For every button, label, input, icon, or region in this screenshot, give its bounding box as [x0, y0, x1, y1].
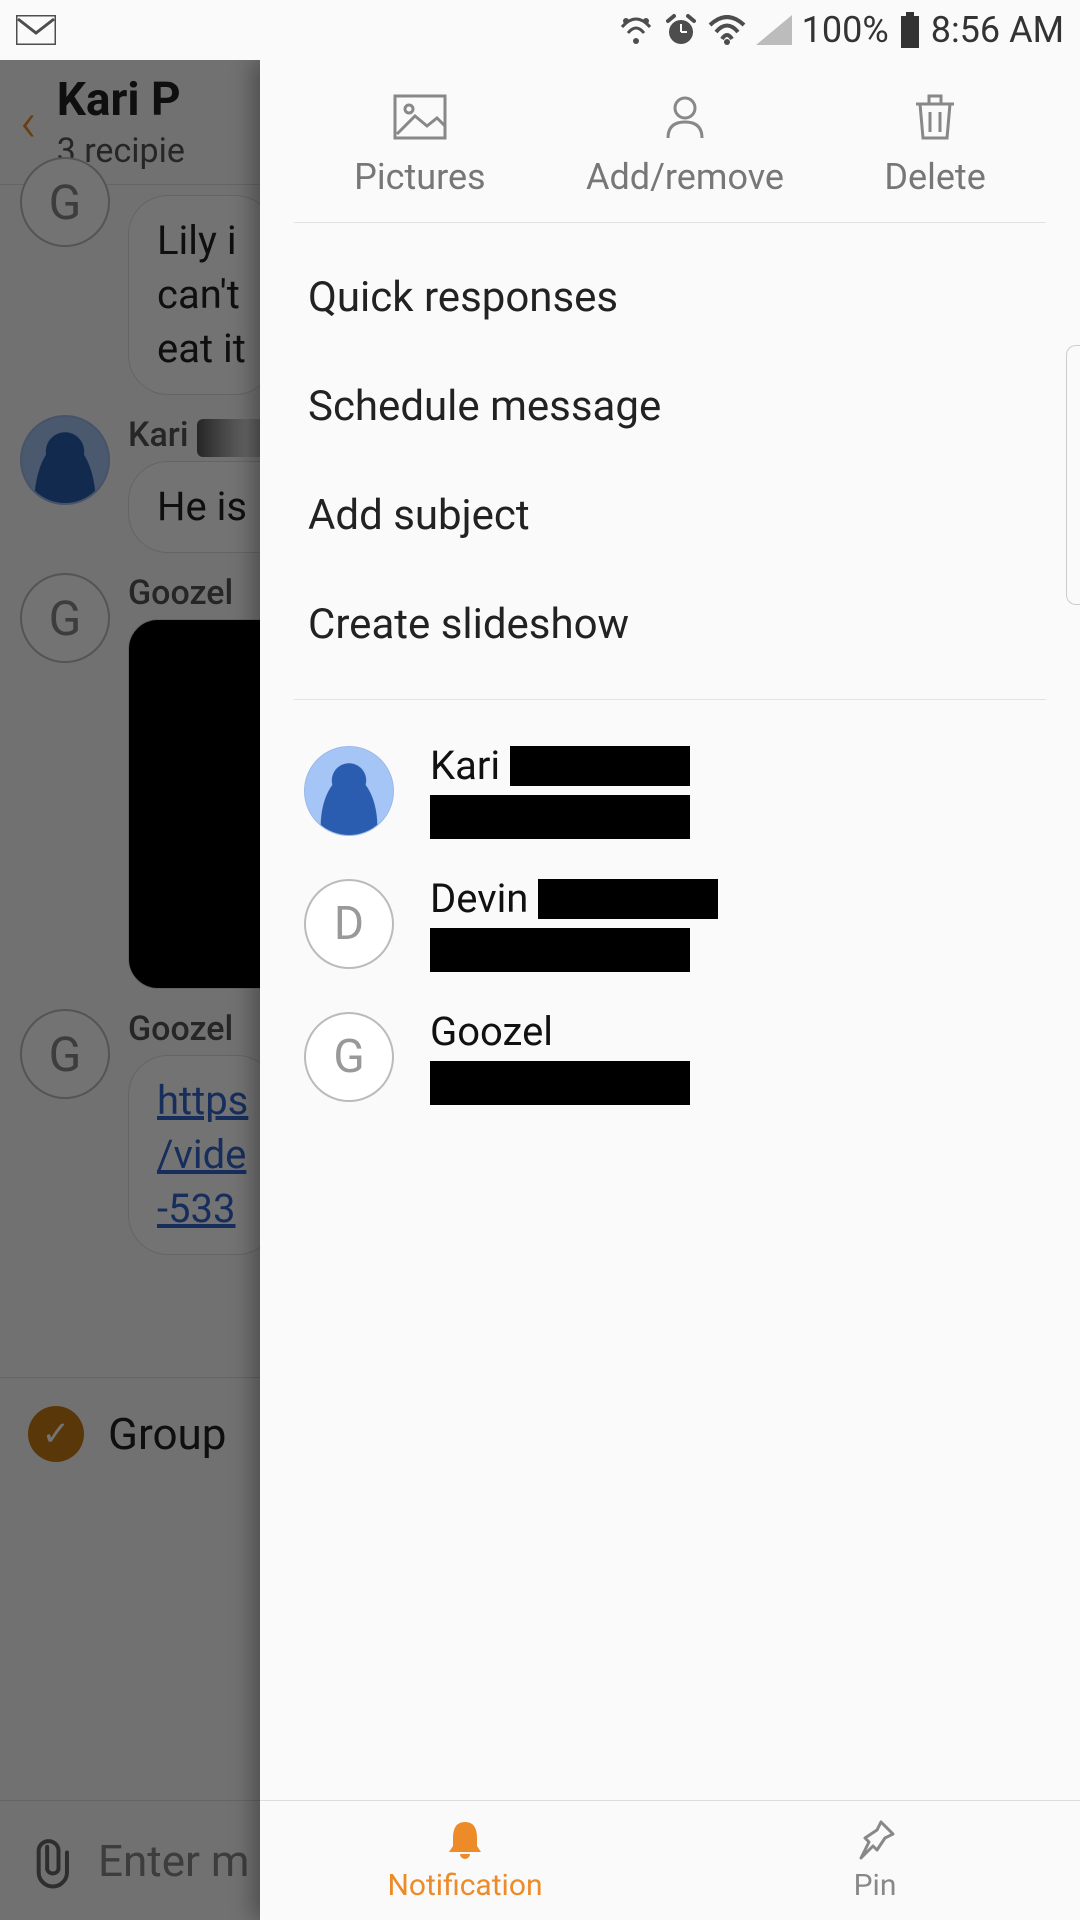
- add-subject-item[interactable]: Add subject: [294, 461, 1046, 570]
- delete-button[interactable]: Delete: [884, 90, 985, 198]
- redacted-text: [538, 879, 718, 919]
- contact-row[interactable]: D Devin: [304, 857, 1036, 990]
- redacted-text: [510, 746, 690, 786]
- pictures-button[interactable]: Pictures: [354, 90, 485, 198]
- status-bar: 100% 8:56 AM: [0, 0, 1080, 60]
- scroll-indicator[interactable]: [1066, 345, 1080, 605]
- pin-label: Pin: [854, 1868, 897, 1903]
- wifi-icon: [708, 15, 746, 45]
- quick-responses-item[interactable]: Quick responses: [294, 243, 1046, 352]
- person-icon: [658, 90, 712, 144]
- clock-time: 8:56 AM: [931, 9, 1064, 51]
- contact-name: Kari: [430, 742, 690, 789]
- avatar: [304, 746, 394, 836]
- battery-percent: 100%: [802, 9, 889, 51]
- pin-tab[interactable]: Pin: [670, 1801, 1080, 1920]
- battery-icon: [899, 12, 921, 48]
- notification-tab[interactable]: Notification: [260, 1801, 670, 1920]
- wifi-calling-icon: [618, 15, 654, 45]
- signal-icon: [756, 15, 792, 45]
- pictures-label: Pictures: [354, 156, 485, 198]
- delete-label: Delete: [884, 156, 985, 198]
- add-remove-label: Add/remove: [586, 156, 784, 198]
- create-slideshow-item[interactable]: Create slideshow: [294, 570, 1046, 679]
- pin-icon: [853, 1818, 897, 1862]
- alarm-icon: [664, 13, 698, 47]
- add-remove-button[interactable]: Add/remove: [586, 90, 784, 198]
- contacts-list: Kari D Devin G Goozel: [294, 700, 1046, 1147]
- panel-bottom-bar: Notification Pin: [260, 1800, 1080, 1920]
- contact-row[interactable]: Kari: [304, 724, 1036, 857]
- contact-name: Devin: [430, 875, 718, 922]
- panel-menu-list: Quick responses Schedule message Add sub…: [294, 223, 1046, 700]
- avatar: D: [304, 879, 394, 969]
- gmail-icon: [16, 15, 56, 45]
- avatar: G: [304, 1012, 394, 1102]
- redacted-text: [430, 1061, 690, 1105]
- overflow-panel: Pictures Add/remove Delete Quick respons…: [260, 60, 1080, 1920]
- notification-label: Notification: [387, 1868, 542, 1903]
- pictures-icon: [393, 90, 447, 144]
- trash-icon: [908, 90, 962, 144]
- redacted-text: [430, 795, 690, 839]
- redacted-text: [430, 928, 690, 972]
- contact-name: Goozel: [430, 1008, 690, 1055]
- bell-icon: [443, 1818, 487, 1862]
- schedule-message-item[interactable]: Schedule message: [294, 352, 1046, 461]
- contact-row[interactable]: G Goozel: [304, 990, 1036, 1123]
- panel-actions-row: Pictures Add/remove Delete: [294, 60, 1046, 223]
